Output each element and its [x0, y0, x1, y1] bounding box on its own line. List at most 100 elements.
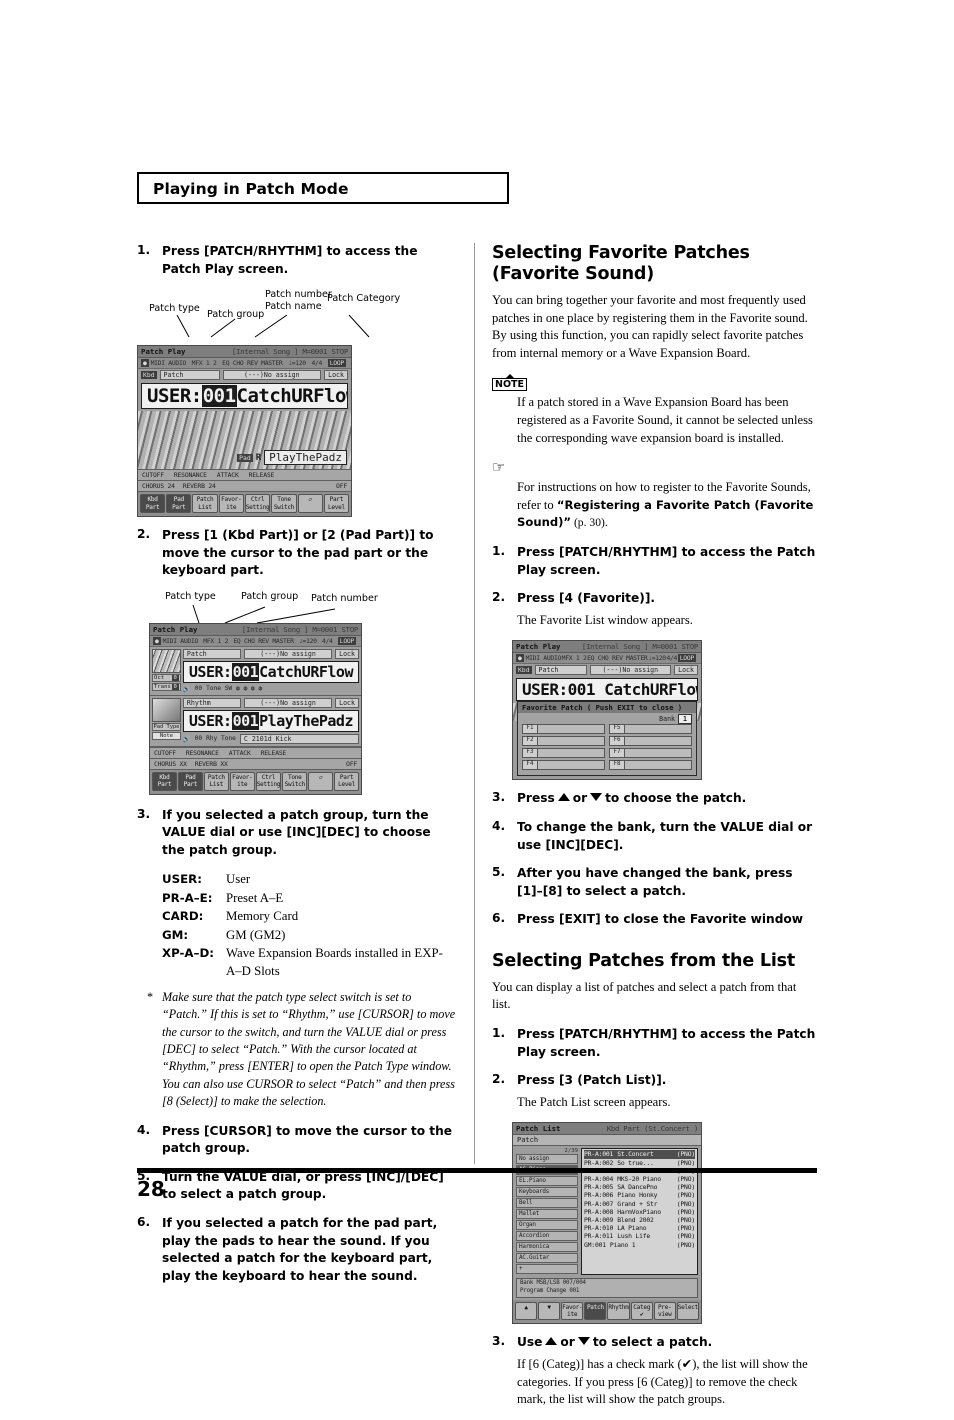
kbd-assign-field[interactable]: (---)No assign [243, 648, 333, 659]
favorite-slot[interactable]: F7 [609, 748, 692, 759]
slot-label: F4 [522, 760, 538, 771]
patch-type-field[interactable]: Patch [159, 370, 220, 381]
favorite-patch-window: Favorite Patch ( Push EXIT to close ) Ba… [517, 701, 697, 777]
fkey-patch[interactable]: Patch [584, 1301, 607, 1321]
fkey-tone-switch[interactable]: Tone Switch [271, 494, 297, 513]
category-item[interactable]: Bell [516, 1198, 578, 1209]
patch-group-number: USER:001 [522, 680, 596, 700]
lcd-fx-row: CHORUS 24 REVERB 24 OFF [138, 481, 351, 493]
patch-tag: (PNO) [676, 1207, 695, 1216]
lock-field[interactable]: Lock [674, 665, 698, 676]
favorite-slot[interactable]: F6 [609, 736, 692, 747]
lock-field[interactable]: Lock [324, 370, 348, 381]
step-text: After you have changed the bank, press [… [517, 866, 793, 898]
assign-field[interactable]: (---)No assign [222, 370, 322, 381]
fkey-ctrl-setting[interactable]: Ctrl Setting [255, 771, 282, 791]
slot-label: F8 [609, 760, 625, 771]
step-text: Press [1 (Kbd Part)] or [2 (Pad Part)] t… [162, 528, 434, 578]
favorite-slot[interactable]: F5 [609, 724, 692, 735]
favorite-slot[interactable]: F8 [609, 760, 692, 771]
figure-patch-play-2: Patch type Patch group Patch number Patc… [137, 591, 457, 795]
fkey-part-level[interactable]: Part Level [323, 494, 350, 513]
fkey-kbd-part[interactable]: Kbd Part [152, 771, 177, 791]
favorite-slot[interactable]: F2 [522, 736, 605, 747]
fkey-pad-part[interactable]: Pad Part [166, 494, 192, 513]
fkey-preview[interactable]: Pre-view [653, 1301, 676, 1321]
left-step-2: 2. Press [1 (Kbd Part)] or [2 (Pad Part)… [137, 527, 457, 580]
category-item[interactable]: Harmonica [516, 1242, 578, 1253]
right-s1-step-4: 4. To change the bank, turn the VALUE di… [492, 819, 818, 854]
patch-row[interactable]: PR-A:007 Grand + Str (PNO) [584, 1200, 695, 1208]
fkey-categ[interactable]: Categ ✔ [630, 1301, 653, 1321]
lcd-knob-row: CUTOFF RESONANCE ATTACK RELEASE [138, 469, 351, 482]
patch-row[interactable]: PR-A:001 St.Concert (PNO) [584, 1150, 695, 1159]
category-item[interactable]: Organ [516, 1220, 578, 1231]
patch-row[interactable]: GM:001 Piano 1 (PNO) [584, 1241, 695, 1249]
callout-patch-number: Patch number [311, 592, 378, 604]
footnote-text: Make sure that the patch type select swi… [162, 989, 456, 1109]
pad-patch-type-field[interactable]: Rhythm [182, 697, 241, 708]
down-arrow-icon [577, 1337, 590, 1346]
fkey-tone-switch[interactable]: Tone Switch [282, 771, 308, 791]
favorite-slot[interactable]: F1 [522, 724, 605, 735]
patch-type-field[interactable]: Patch [534, 665, 587, 676]
fkey-favorite[interactable]: Favor-ite [561, 1301, 584, 1321]
patch-row[interactable]: PR-A:006 Piano Honky (PNO) [584, 1191, 695, 1199]
category-item-more[interactable]: + [516, 1264, 578, 1275]
category-item[interactable]: AC.Guitar [516, 1253, 578, 1264]
fkey-select[interactable]: Select [676, 1301, 699, 1321]
callout-patch-number: Patch number [265, 289, 332, 301]
patch-row[interactable]: PR-A:008 HarmVoxPiano (PNO) [584, 1208, 695, 1216]
pad-lock-field[interactable]: Lock [335, 697, 359, 708]
slot-label: F2 [522, 736, 538, 747]
patch-tag: (PNO) [676, 1158, 695, 1167]
kbd-lock-field[interactable]: Lock [335, 648, 359, 659]
category-item[interactable]: Keyboards [516, 1187, 578, 1198]
fkey-window[interactable]: ▱ [297, 494, 323, 513]
fkey-favorite[interactable]: Favor-ite [229, 771, 255, 791]
patch-number-value: 001 [201, 385, 237, 408]
category-item[interactable]: No assign [516, 1154, 578, 1165]
patch-row[interactable]: PR-A:004 MKS-20 Piano (PNO) [584, 1175, 695, 1183]
patch-row[interactable]: PR-A:011 Lush Life (PNO) [584, 1232, 695, 1240]
fkey-part-level[interactable]: Part Level [334, 771, 360, 791]
category-item[interactable]: Mallet [516, 1209, 578, 1220]
bank-value[interactable]: 1 [678, 714, 692, 725]
fkey-scroll-up[interactable]: ▲ [515, 1301, 538, 1321]
favorite-slot[interactable]: F4 [522, 760, 605, 771]
fkey-patch-list[interactable]: Patch List [192, 494, 218, 513]
step-number: 2. [492, 590, 506, 605]
fkey-patch-list[interactable]: Patch List [203, 771, 229, 791]
category-item[interactable]: EL.Piano [516, 1176, 578, 1187]
midi-icon: ● [141, 359, 149, 368]
left-step-6: 6. If you selected a patch for the pad p… [137, 1215, 457, 1285]
fkey-window[interactable]: ▱ [308, 771, 334, 791]
patch-row[interactable]: PR-A:009 Blend 2002 (PNO) [584, 1216, 695, 1224]
pad-assign-field[interactable]: (---)No assign [243, 697, 333, 708]
lcd-patch-play-2: Patch Play [Internal Song ] M=0001 STOP … [149, 622, 362, 795]
slot-label: F3 [522, 748, 538, 759]
favorite-slot[interactable]: F3 [522, 748, 605, 759]
pad-rhy-tone-value[interactable]: C 2101d Kick [239, 733, 359, 744]
note-block: NOTE If a patch stored in a Wave Expansi… [492, 374, 818, 447]
assign-field[interactable]: (---)No assign [589, 665, 672, 676]
fkey-scroll-down[interactable]: ▼ [538, 1301, 561, 1321]
patch-row[interactable]: PR-A:010 LA Piano (PNO) [584, 1224, 695, 1232]
step-number: 6. [137, 1215, 151, 1230]
fkey-favorite[interactable]: Favor-ite [218, 494, 244, 513]
pad-type-value[interactable]: Note [152, 731, 181, 740]
fkey-kbd-part[interactable]: Kbd Part [140, 494, 166, 513]
category-item[interactable]: Accordion [516, 1231, 578, 1242]
kbd-patch-type-field[interactable]: Patch [182, 648, 241, 659]
fkey-pad-part[interactable]: Pad Part [177, 771, 203, 791]
lcd-loop: LOOP [327, 359, 346, 368]
lcd-tempo: ♩=120 [648, 654, 666, 663]
pad-group-value: USER: [188, 711, 232, 730]
figure2-leader-lines [192, 604, 336, 624]
patch-row[interactable]: PR-A:002 So true... (PNO) [584, 1159, 695, 1167]
pad-part-block: Pad Type Note Rhythm (---)No assign Lock… [150, 695, 361, 747]
patch-row[interactable]: PR-A:005 SA DancePno (PNO) [584, 1183, 695, 1191]
pad-name-value: PlayThePadz [259, 711, 353, 730]
fkey-rhythm[interactable]: Rhythm [607, 1301, 630, 1321]
fkey-ctrl-setting[interactable]: Ctrl Setting [244, 494, 271, 513]
